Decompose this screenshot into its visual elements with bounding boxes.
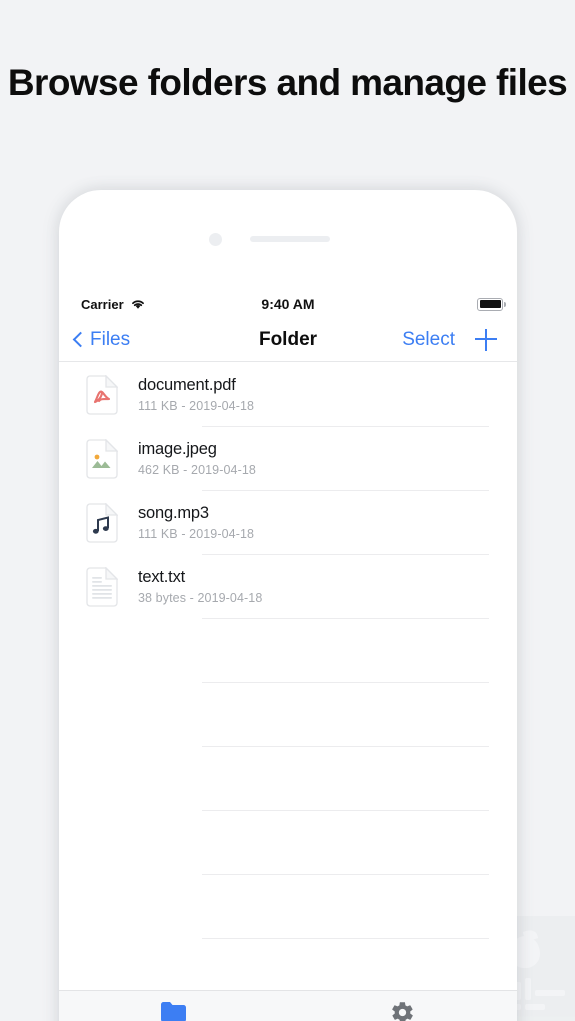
status-bar: Carrier 9:40 AM [59,290,517,318]
empty-row [59,619,517,682]
select-button[interactable]: Select [402,329,455,351]
back-button-label: Files [90,328,131,350]
file-row-text: text.txt 38 bytes - 2019-04-18 [138,555,517,618]
file-meta: 111 KB - 2019-04-18 [138,399,255,413]
watermark-bar [525,978,531,1000]
text-file-icon [84,566,120,607]
back-button[interactable]: Files [72,328,131,351]
table-row[interactable]: document.pdf 111 KB - 2019-04-18 [59,363,517,426]
empty-row [59,747,517,810]
table-row[interactable]: song.mp3 111 KB - 2019-04-18 [59,491,517,554]
battery-fill [479,300,501,308]
pdf-file-icon [84,374,120,415]
plus-icon[interactable] [475,328,497,351]
image-file-icon [84,438,120,479]
watermark-bar [525,1004,545,1010]
chevron-left-icon [72,331,89,348]
file-row-text: document.pdf 111 KB - 2019-04-18 [138,363,517,426]
empty-row [59,811,517,874]
empty-row [59,683,517,746]
file-name: image.jpeg [138,440,217,458]
tab-files[interactable]: Files [59,991,288,1021]
file-row-text: song.mp3 111 KB - 2019-04-18 [138,491,517,554]
status-bar-right [477,297,506,311]
file-name: document.pdf [138,376,236,394]
tab-settings[interactable]: Settings [288,991,517,1021]
tab-bar: Files Settings [59,990,517,1021]
table-row[interactable]: image.jpeg 462 KB - 2019-04-18 [59,427,517,490]
battery-nub [503,302,506,307]
status-bar-left: Carrier [81,297,477,312]
file-meta: 462 KB - 2019-04-18 [138,463,256,477]
gear-icon [392,1002,413,1021]
earpiece-speaker [250,236,330,242]
page-headline: Browse folders and manage files [7,62,568,103]
file-list: document.pdf 111 KB - 2019-04-18 image.j… [59,363,517,1003]
navigation-bar-actions: Select [402,328,497,351]
watermark-bar [535,990,565,996]
phone-mockup: Carrier 9:40 AM Files Folder Select docu… [59,190,517,1021]
empty-row [59,875,517,938]
navigation-bar: Files Folder Select [59,318,517,362]
phone-bezel-top [59,190,517,290]
front-camera-icon [209,233,222,246]
folder-icon [161,1002,186,1021]
audio-file-icon [84,502,120,543]
file-name: song.mp3 [138,504,209,522]
table-row[interactable]: text.txt 38 bytes - 2019-04-18 [59,555,517,618]
file-meta: 111 KB - 2019-04-18 [138,527,255,541]
file-row-text: image.jpeg 462 KB - 2019-04-18 [138,427,517,490]
wifi-icon [131,300,144,309]
carrier-label: Carrier [81,296,124,312]
file-name: text.txt [138,568,185,586]
battery-icon [477,297,506,311]
file-meta: 38 bytes - 2019-04-18 [138,591,263,605]
